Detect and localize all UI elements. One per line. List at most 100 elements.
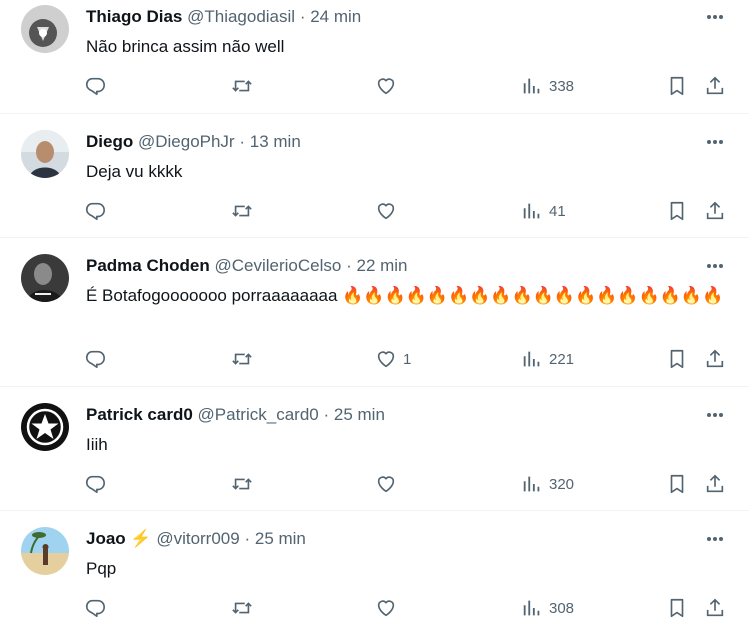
reply-button[interactable] — [84, 74, 106, 98]
retweet-button[interactable] — [231, 472, 253, 496]
author-name[interactable]: Patrick card0 — [86, 405, 193, 424]
retweet-button[interactable] — [231, 74, 253, 98]
author-name[interactable]: Thiago Dias — [86, 7, 182, 26]
view-count: 221 — [549, 350, 575, 368]
share-button[interactable] — [704, 472, 726, 496]
reply-icon — [85, 599, 105, 618]
like-button[interactable] — [375, 596, 403, 620]
tweet-text: Pqp — [86, 559, 117, 578]
action-bar: 320 — [84, 472, 729, 496]
tweet-header: Thiago Dias @Thiagodiasil · 24 min — [86, 6, 361, 28]
more-icon[interactable] — [703, 528, 727, 550]
views-button[interactable]: 320 — [521, 472, 574, 496]
author-handle[interactable]: @Thiagodiasil — [187, 7, 295, 26]
retweet-icon — [232, 602, 252, 614]
author-name[interactable]: Joao ⚡ — [86, 529, 152, 548]
tweet-text: É Botafogooooooo porraaaaaaaa 🔥🔥🔥🔥🔥🔥🔥🔥🔥🔥… — [86, 286, 724, 305]
more-icon[interactable] — [703, 131, 727, 153]
reply-icon — [85, 350, 105, 369]
retweet-icon — [232, 80, 252, 92]
reply-icon — [85, 202, 105, 221]
timestamp[interactable]: 25 min — [255, 529, 306, 548]
share-button[interactable] — [704, 74, 726, 98]
view-count: 41 — [549, 202, 566, 220]
like-icon — [377, 203, 395, 220]
tweet-text: Deja vu kkkk — [86, 162, 183, 181]
bookmark-button[interactable] — [666, 347, 688, 371]
share-icon — [706, 76, 724, 95]
share-icon — [706, 349, 724, 368]
like-icon — [377, 476, 395, 493]
retweet-button[interactable] — [231, 596, 253, 620]
views-button[interactable]: 338 — [521, 74, 574, 98]
views-icon — [523, 78, 540, 94]
bookmark-icon — [670, 349, 684, 369]
like-button[interactable]: 1 — [375, 347, 411, 371]
avatar[interactable] — [21, 403, 69, 451]
tweet[interactable]: Patrick card0 @Patrick_card0 · 25 min Ii… — [0, 387, 749, 511]
reply-button[interactable] — [84, 199, 106, 223]
views-button[interactable]: 41 — [521, 199, 566, 223]
separator: · — [239, 132, 246, 151]
like-button[interactable] — [375, 74, 403, 98]
tweet-text: Iiih — [86, 435, 108, 454]
tweet-header: Diego @DiegoPhJr · 13 min — [86, 131, 301, 153]
reply-button[interactable] — [84, 472, 106, 496]
bookmark-icon — [670, 598, 684, 618]
author-handle[interactable]: @CevilerioCelso — [214, 256, 341, 275]
timestamp[interactable]: 25 min — [334, 405, 385, 424]
author-name[interactable]: Padma Choden — [86, 256, 210, 275]
views-icon — [523, 600, 540, 616]
separator: · — [323, 405, 330, 424]
bookmark-button[interactable] — [666, 472, 688, 496]
author-handle[interactable]: @Patrick_card0 — [198, 405, 319, 424]
avatar[interactable] — [21, 527, 69, 575]
author-handle[interactable]: @vitorr009 — [156, 529, 239, 548]
views-icon — [523, 476, 540, 492]
timestamp[interactable]: 22 min — [356, 256, 407, 275]
bookmark-icon — [670, 201, 684, 221]
tweet-text: Não brinca assim não well — [86, 37, 285, 56]
author-handle[interactable]: @DiegoPhJr — [138, 132, 235, 151]
bookmark-button[interactable] — [666, 596, 688, 620]
share-icon — [706, 201, 724, 220]
avatar[interactable] — [21, 5, 69, 53]
bookmark-icon — [670, 474, 684, 494]
bookmark-button[interactable] — [666, 199, 688, 223]
action-bar: 1 221 — [84, 347, 729, 371]
tweet[interactable]: Diego @DiegoPhJr · 13 min Deja vu kkkk 4… — [0, 114, 749, 238]
retweet-button[interactable] — [231, 199, 253, 223]
more-icon[interactable] — [703, 255, 727, 277]
share-button[interactable] — [704, 347, 726, 371]
views-icon — [523, 203, 540, 219]
author-name[interactable]: Diego — [86, 132, 133, 151]
more-icon[interactable] — [703, 404, 727, 426]
separator: · — [299, 7, 306, 26]
like-button[interactable] — [375, 199, 403, 223]
views-icon — [523, 351, 540, 367]
like-icon — [377, 78, 395, 95]
timestamp[interactable]: 13 min — [250, 132, 301, 151]
bookmark-icon — [670, 76, 684, 96]
avatar[interactable] — [21, 130, 69, 178]
reply-button[interactable] — [84, 596, 106, 620]
share-button[interactable] — [704, 199, 726, 223]
tweet[interactable]: Padma Choden @CevilerioCelso · 22 min É … — [0, 238, 749, 387]
views-button[interactable]: 308 — [521, 596, 574, 620]
like-button[interactable] — [375, 472, 403, 496]
like-count: 1 — [403, 350, 412, 368]
view-count: 320 — [549, 475, 575, 493]
tweet[interactable]: Thiago Dias @Thiagodiasil · 24 min Não b… — [0, 0, 749, 114]
views-button[interactable]: 221 — [521, 347, 574, 371]
retweet-button[interactable] — [231, 347, 253, 371]
more-icon[interactable] — [703, 6, 727, 28]
avatar[interactable] — [21, 254, 69, 302]
share-button[interactable] — [704, 596, 726, 620]
reply-button[interactable] — [84, 347, 106, 371]
retweet-icon — [232, 205, 252, 217]
tweet[interactable]: Joao ⚡ @vitorr009 · 25 min Pqp 308 — [0, 511, 749, 633]
share-icon — [706, 598, 724, 617]
timestamp[interactable]: 24 min — [310, 7, 361, 26]
reply-icon — [85, 475, 105, 494]
bookmark-button[interactable] — [666, 74, 688, 98]
